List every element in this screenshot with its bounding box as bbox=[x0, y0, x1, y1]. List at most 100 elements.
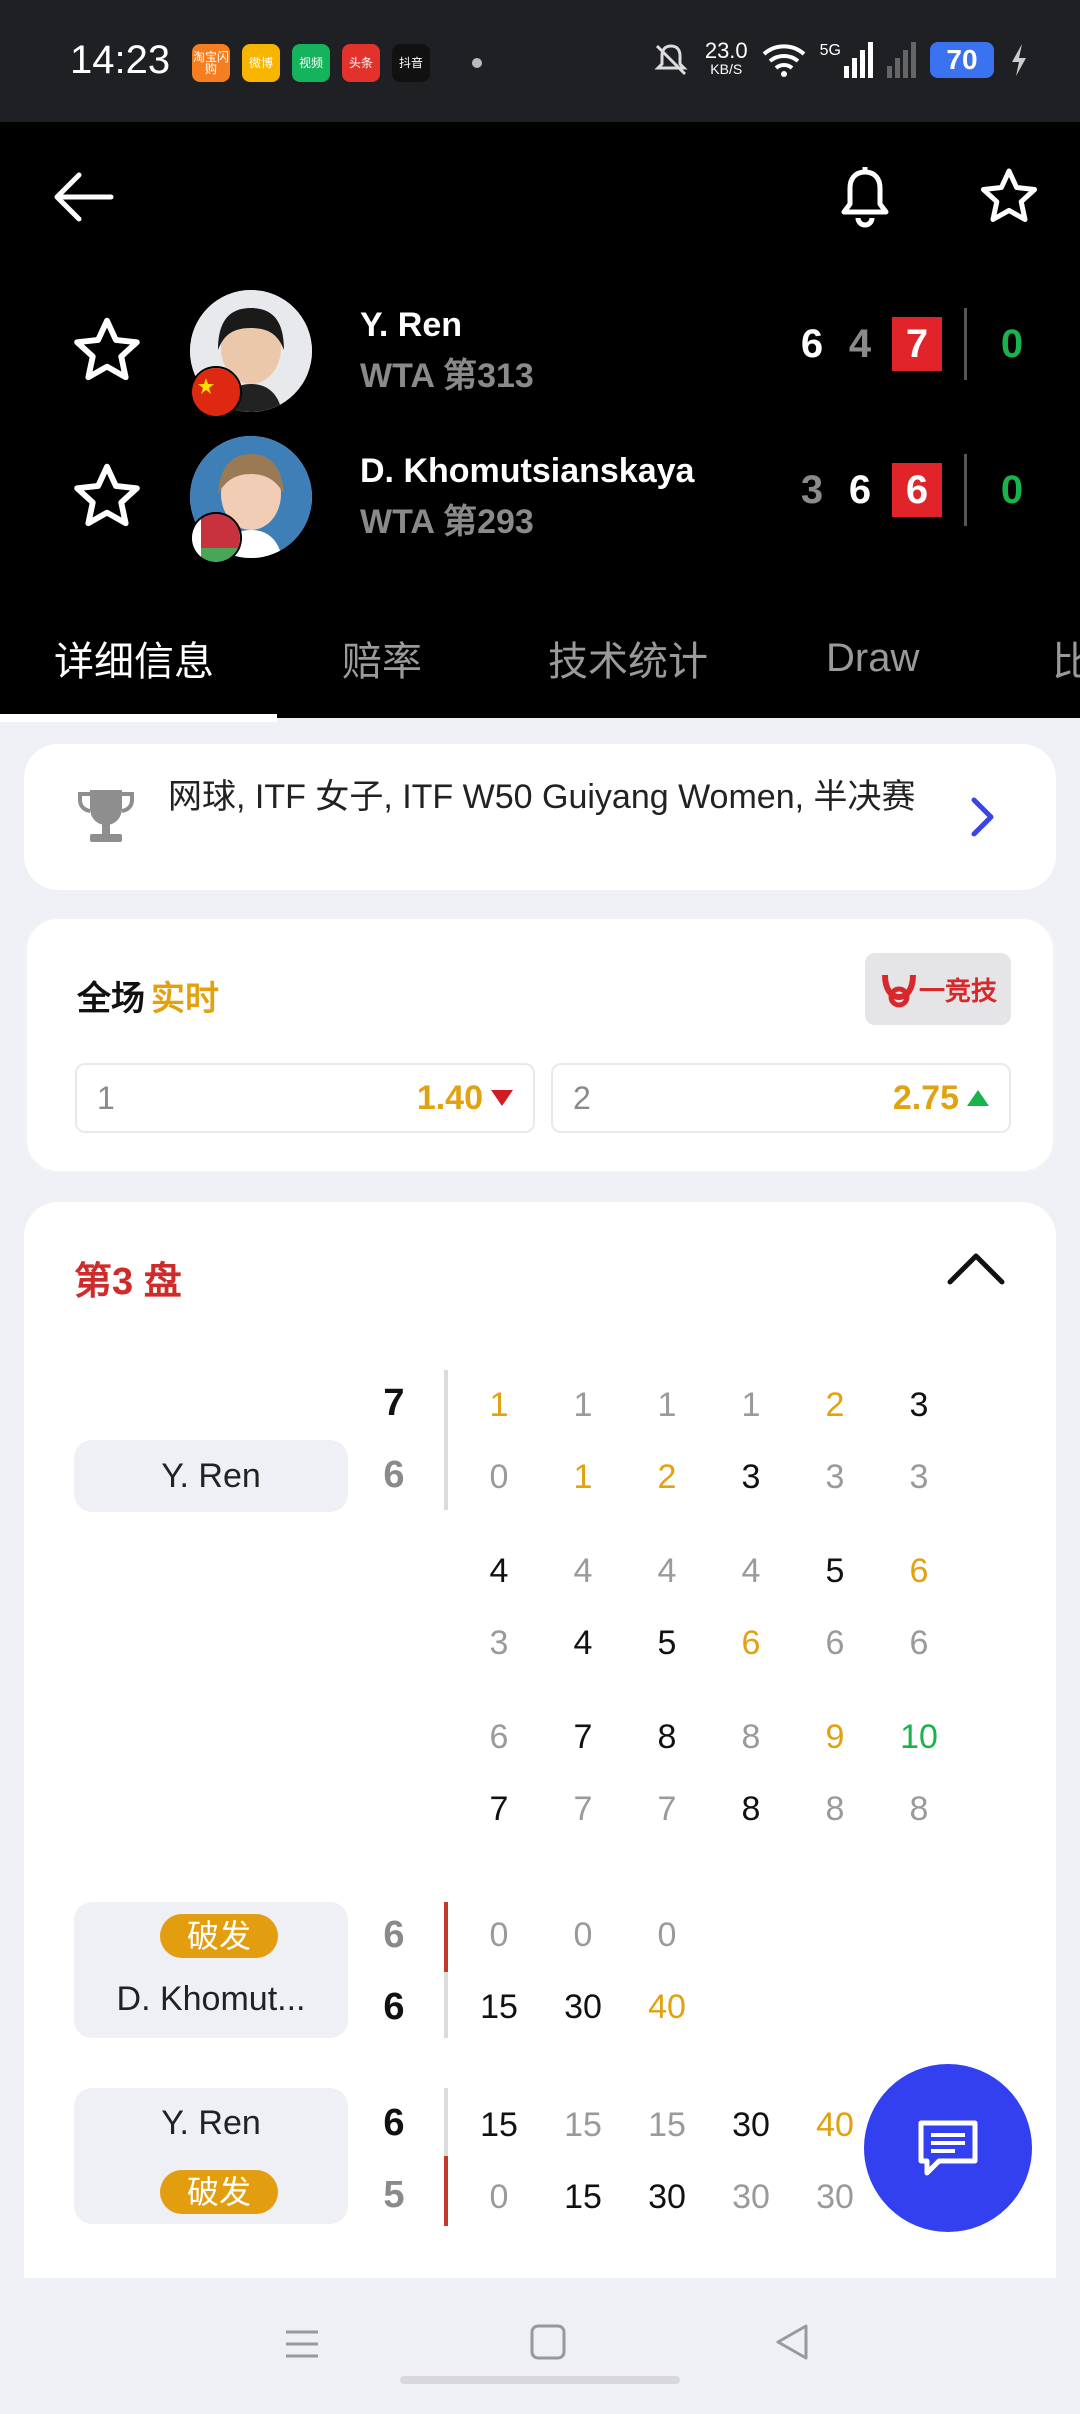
point-score: 15 bbox=[480, 1988, 518, 2026]
point-score: 4 bbox=[573, 1624, 593, 1662]
flag-china-icon bbox=[190, 366, 242, 418]
point-score: 8 bbox=[741, 1790, 761, 1828]
set-title: 第3 盘 bbox=[74, 1261, 182, 1303]
odds-option-home[interactable]: 1 1.40 bbox=[75, 1063, 535, 1133]
notification-button[interactable] bbox=[830, 162, 900, 232]
chat-button[interactable] bbox=[864, 2064, 1032, 2232]
point-score: 3 bbox=[909, 1386, 929, 1424]
point-score: 40 bbox=[648, 1988, 686, 2026]
tab-odds[interactable]: 赔率 bbox=[342, 598, 422, 718]
score-divider bbox=[444, 1972, 448, 2038]
tab-stats[interactable]: 技术统计 bbox=[548, 598, 708, 718]
point-score: 15 bbox=[564, 2178, 602, 2216]
set-score: 3 bbox=[800, 467, 824, 512]
odds-value: 1.40 bbox=[417, 1079, 513, 1118]
score-divider bbox=[444, 2088, 448, 2156]
home-square-icon[interactable] bbox=[528, 2322, 568, 2362]
point-score: 1 bbox=[657, 1386, 677, 1424]
chat-icon bbox=[918, 2120, 978, 2176]
point-score: 1 bbox=[489, 1386, 509, 1424]
app-video-icon: 视频 bbox=[292, 44, 330, 82]
tab-details[interactable]: 详细信息 bbox=[54, 598, 214, 718]
point-score: 4 bbox=[657, 1552, 677, 1590]
point-score: 6 bbox=[741, 1624, 761, 1662]
sponsor-bull-icon bbox=[881, 974, 916, 1008]
point-score: 0 bbox=[489, 2178, 509, 2216]
menu-icon[interactable] bbox=[282, 2324, 322, 2364]
point-score: 5 bbox=[657, 1624, 677, 1662]
signal-5g-icon: 5G bbox=[820, 42, 873, 78]
status-app-icons: 淘宝闪购 微博 视频 头条 抖音 bbox=[192, 44, 482, 82]
trophy-icon bbox=[78, 790, 134, 842]
game-points: 0 bbox=[1000, 321, 1024, 366]
tab-more[interactable]: 比 bbox=[1052, 598, 1080, 718]
break-badge: 破发 bbox=[160, 2170, 278, 2214]
player-rank: WTA 第313 bbox=[360, 357, 534, 395]
sponsor-logo[interactable]: 一竞技 bbox=[865, 953, 1011, 1025]
point-score: 3 bbox=[489, 1624, 509, 1662]
chevron-up-icon[interactable] bbox=[944, 1244, 1008, 1294]
battery-indicator: 70 bbox=[930, 42, 994, 78]
set-score: 6 bbox=[848, 467, 872, 512]
favorite-match-button[interactable] bbox=[974, 162, 1044, 232]
point-score: 0 bbox=[489, 1916, 509, 1954]
point-score: 30 bbox=[564, 1988, 602, 2026]
status-time: 14:23 bbox=[70, 38, 171, 82]
point-score: 40 bbox=[816, 2106, 854, 2144]
point-score: 8 bbox=[909, 1790, 929, 1828]
player-name: D. Khomut... bbox=[116, 1980, 306, 2018]
player-pill: Y. Ren 破发 bbox=[74, 2088, 348, 2224]
point-score: 30 bbox=[816, 2178, 854, 2216]
competition-card[interactable]: 网球, ITF 女子, ITF W50 Guiyang Women, 半决赛 bbox=[24, 744, 1056, 890]
point-score: 7 bbox=[573, 1718, 593, 1756]
gesture-handle[interactable] bbox=[400, 2376, 680, 2384]
player-row-2[interactable]: D. Khomutsianskaya WTA 第293 3 6 6 0 bbox=[0, 432, 1080, 564]
odds-title: 全场 实时 bbox=[77, 980, 219, 1018]
point-score: 7 bbox=[489, 1790, 509, 1828]
odds-option-away[interactable]: 2 2.75 bbox=[551, 1063, 1011, 1133]
point-score: 8 bbox=[825, 1790, 845, 1828]
point-score: 15 bbox=[564, 2106, 602, 2144]
point-score: 1 bbox=[573, 1458, 593, 1496]
arrow-left-icon bbox=[54, 172, 114, 222]
point-score: 8 bbox=[657, 1718, 677, 1756]
point-score: 30 bbox=[648, 2178, 686, 2216]
point-score: 30 bbox=[732, 2106, 770, 2144]
point-score: 1 bbox=[573, 1386, 593, 1424]
point-score: 0 bbox=[573, 1916, 593, 1954]
bell-icon bbox=[841, 167, 889, 228]
trend-up-icon bbox=[967, 1090, 989, 1106]
player-row-1[interactable]: Y. Ren WTA 第313 6 4 7 0 bbox=[0, 286, 1080, 418]
point-score: 9 bbox=[825, 1718, 845, 1756]
competition-breadcrumb: 网球, ITF 女子, ITF W50 Guiyang Women, 半决赛 bbox=[168, 778, 916, 816]
player-pill: 破发 D. Khomut... bbox=[74, 1902, 348, 2038]
flag-belarus-icon bbox=[190, 512, 242, 564]
back-triangle-icon[interactable] bbox=[772, 2322, 812, 2362]
app-taobao-icon: 淘宝闪购 bbox=[192, 44, 230, 82]
player-name: Y. Ren bbox=[161, 2104, 261, 2142]
break-badge: 破发 bbox=[160, 1914, 278, 1958]
point-score: 3 bbox=[909, 1458, 929, 1496]
current-set-score: 6 bbox=[892, 463, 942, 517]
point-score: 0 bbox=[657, 1916, 677, 1954]
tab-bar: 详细信息 赔率 技术统计 Draw 比 bbox=[0, 598, 1080, 718]
point-score: 6 bbox=[909, 1552, 929, 1590]
tab-draw[interactable]: Draw bbox=[826, 598, 919, 718]
odds-label: 1 bbox=[97, 1079, 115, 1116]
game-score-top: 6 bbox=[383, 2102, 405, 2144]
point-score: 6 bbox=[825, 1624, 845, 1662]
app-weibo-icon: 微博 bbox=[242, 44, 280, 82]
set-score: 4 bbox=[848, 321, 872, 366]
back-button[interactable] bbox=[48, 162, 118, 232]
status-bar: 14:23 淘宝闪购 微博 视频 头条 抖音 23.0 KB/S 5G 70 bbox=[0, 0, 1080, 122]
point-score: 2 bbox=[825, 1386, 845, 1424]
star-outline-icon[interactable] bbox=[72, 316, 142, 386]
game-score-top: 7 bbox=[383, 1382, 405, 1424]
set-scores: 3 6 6 0 bbox=[788, 454, 1057, 526]
point-score: 30 bbox=[732, 2178, 770, 2216]
point-score: 15 bbox=[648, 2106, 686, 2144]
star-outline-icon[interactable] bbox=[72, 462, 142, 532]
status-indicators: 23.0 KB/S 5G 70 bbox=[651, 40, 1030, 80]
odds-value: 2.75 bbox=[893, 1079, 989, 1118]
app-douyin-icon: 抖音 bbox=[392, 44, 430, 82]
